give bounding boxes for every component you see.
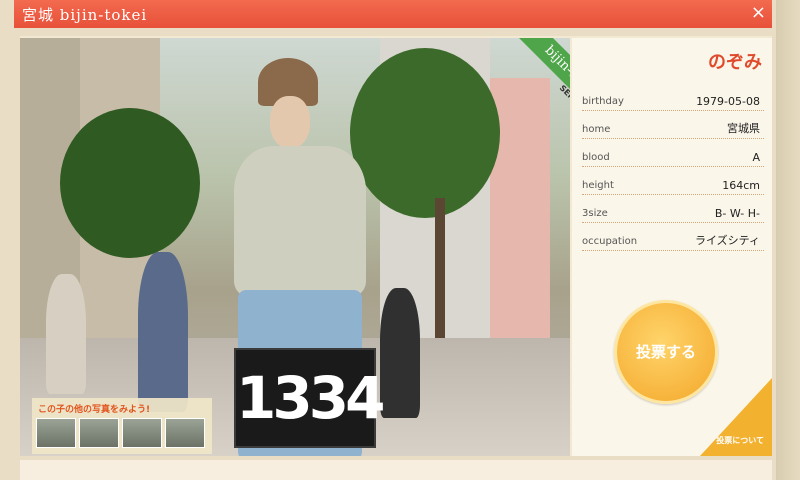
window-titlebar: 宮城 bijin-tokei × <box>14 0 772 28</box>
window-title: 宮城 bijin-tokei <box>22 6 148 24</box>
clock-sign: 1334 <box>234 348 385 448</box>
pedestrian-right <box>380 288 420 418</box>
profile-row-3size: 3size B- W- H- <box>582 202 764 223</box>
field-value: 宮城県 <box>727 122 760 135</box>
vote-button[interactable]: 投票する <box>614 300 718 404</box>
right-edge-background <box>776 0 800 480</box>
model-face <box>270 96 310 148</box>
pedestrian-left <box>46 274 86 394</box>
profile-row-occupation: occupation ライズシティ <box>582 230 764 251</box>
field-value: B- W- H- <box>714 207 760 220</box>
city-label: SENDAI <box>557 83 570 114</box>
field-label: birthday <box>582 96 624 107</box>
field-label: height <box>582 180 614 191</box>
field-label: 3size <box>582 208 608 219</box>
field-label: home <box>582 124 611 135</box>
about-voting-label: 投票について <box>716 436 764 445</box>
photo-thumbnail[interactable] <box>165 418 205 448</box>
bottom-strip <box>20 460 772 480</box>
other-photos-label: この子の他の写真をみよう! <box>38 405 151 415</box>
field-value: A <box>752 151 760 164</box>
field-value: 164cm <box>722 179 760 192</box>
field-value: ライズシティ <box>694 234 760 247</box>
profile-row-blood: blood A <box>582 146 764 167</box>
tree-left <box>60 108 200 258</box>
profile-row-birthday: birthday 1979-05-08 <box>582 90 764 111</box>
model-blouse <box>234 146 366 296</box>
field-label: occupation <box>582 236 638 247</box>
photo-thumbnail[interactable] <box>36 418 76 448</box>
field-value: 1979-05-08 <box>696 95 760 108</box>
photo-thumbnail[interactable] <box>122 418 162 448</box>
close-icon[interactable]: × <box>751 2 766 23</box>
field-label: blood <box>582 152 610 163</box>
other-photos-strip[interactable]: この子の他の写真をみよう! <box>32 398 212 454</box>
profile-row-height: height 164cm <box>582 174 764 195</box>
tree-right <box>350 48 500 218</box>
pedestrian-cap <box>138 252 188 412</box>
photo-thumbnail[interactable] <box>79 418 119 448</box>
profile-row-home: home 宮城県 <box>582 118 764 139</box>
profile-name: のぞみ <box>708 52 762 73</box>
